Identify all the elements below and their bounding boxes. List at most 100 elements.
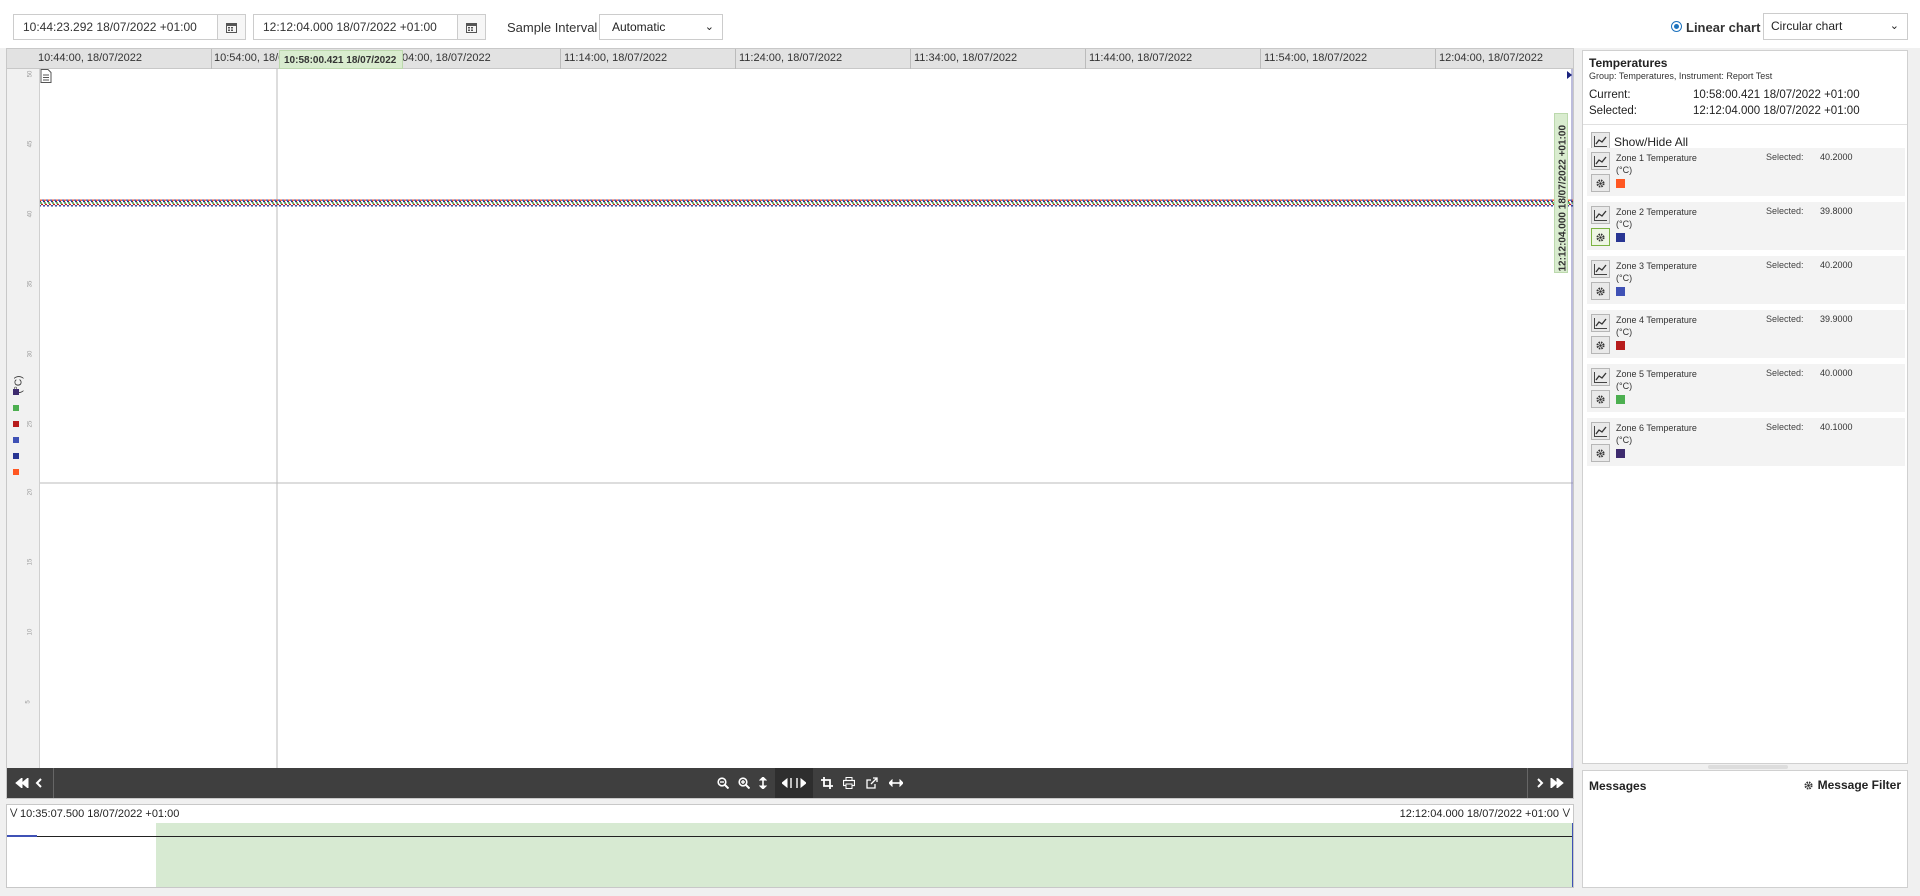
overview-strip[interactable]: ⋁ 10:35:07.500 18/07/2022 +01:00 12:12:0… — [6, 804, 1574, 888]
crop-icon — [821, 777, 833, 789]
toggle-series-button[interactable] — [1591, 422, 1610, 440]
overview-selection-window[interactable] — [156, 823, 1573, 887]
arrows-vertical-icon — [759, 777, 767, 789]
line-chart-icon — [1594, 209, 1607, 221]
series-settings-button[interactable] — [1591, 444, 1610, 462]
chevron-down-icon[interactable]: ⋁ — [10, 807, 17, 818]
split-view-button[interactable] — [775, 768, 813, 798]
y-series-swatch — [13, 389, 19, 395]
chart-type-select[interactable]: Circular chart ⌄ — [1763, 13, 1908, 40]
selected-label: Selected: — [1589, 105, 1637, 117]
end-calendar-button[interactable] — [458, 14, 486, 40]
export-button[interactable] — [864, 768, 880, 798]
line-chart-icon — [1594, 155, 1607, 167]
selected-cursor-text: 12:12:04.000 18/07/2022 +01:00 — [1557, 124, 1569, 272]
y-tick-label: 25 — [27, 420, 34, 428]
series-settings-button[interactable] — [1591, 282, 1610, 300]
y-series-swatch — [13, 437, 19, 443]
crop-button[interactable] — [819, 768, 835, 798]
time-tick-label: 10:44:00, 18/07/2022 — [38, 52, 142, 64]
vertical-fit-button[interactable] — [755, 768, 771, 798]
overview-header: ⋁ 10:35:07.500 18/07/2022 +01:00 12:12:0… — [7, 805, 1573, 823]
line-chart-icon — [1594, 425, 1607, 437]
double-chevron-right-icon — [1550, 778, 1564, 788]
first-page-button[interactable] — [13, 768, 31, 798]
chevron-right-icon — [1537, 778, 1544, 788]
zone-row: Zone 4 Temperature (°C) Selected: 39.9000 — [1587, 310, 1905, 358]
overview-series-line — [7, 835, 37, 837]
panel-title: Temperatures — [1589, 56, 1668, 70]
line-chart-icon — [1594, 135, 1607, 147]
chevron-down-icon: ⌄ — [704, 21, 714, 33]
overview-plot[interactable] — [7, 823, 1573, 887]
zone-color-swatch — [1616, 395, 1625, 404]
y-series-swatch — [13, 405, 19, 411]
gear-icon — [1596, 178, 1605, 188]
radio-dot — [1674, 24, 1679, 29]
fit-horizontal-button[interactable] — [887, 768, 905, 798]
next-page-button[interactable] — [1533, 768, 1547, 798]
zoom-in-button[interactable] — [735, 768, 753, 798]
zone-row: Zone 2 Temperature (°C) Selected: 39.8000 — [1587, 202, 1905, 250]
print-button[interactable] — [841, 768, 857, 798]
print-icon — [843, 777, 855, 789]
y-tick-label: 40 — [27, 210, 34, 218]
gear-icon — [1596, 448, 1605, 458]
toggle-series-button[interactable] — [1591, 368, 1610, 386]
zoom-out-button[interactable] — [714, 768, 732, 798]
toggle-series-button[interactable] — [1591, 260, 1610, 278]
sample-interval-label: Sample Interval — [507, 20, 598, 35]
y-tick-label: 5 — [25, 700, 32, 704]
toggle-series-button[interactable] — [1591, 152, 1610, 170]
message-filter-button[interactable]: Message Filter — [1803, 778, 1901, 792]
time-tick-label: 11:14:00, 18/07/2022 — [564, 52, 668, 64]
zone-selected-value: 40.1000 — [1820, 422, 1853, 432]
plot-svg — [40, 69, 1573, 768]
zoom-out-icon — [717, 777, 729, 789]
zone-color-swatch — [1616, 341, 1625, 350]
start-datetime-input[interactable]: 10:44:23.292 18/07/2022 +01:00 — [13, 14, 218, 40]
linear-chart-radio[interactable] — [1671, 21, 1682, 32]
last-page-button[interactable] — [1548, 768, 1566, 798]
gear-icon — [1596, 286, 1605, 296]
start-calendar-button[interactable] — [218, 14, 246, 40]
previous-page-button[interactable] — [32, 768, 46, 798]
end-datetime-input[interactable]: 12:12:04.000 18/07/2022 +01:00 — [253, 14, 458, 40]
zone-selected-value: 39.8000 — [1820, 206, 1853, 216]
y-tick-label: 45 — [27, 140, 34, 148]
series-settings-button[interactable] — [1591, 390, 1610, 408]
plot-area[interactable]: 12:12:04.000 18/07/2022 +01:00 — [40, 69, 1573, 768]
overview-series-line — [7, 836, 1573, 837]
top-toolbar: 10:44:23.292 18/07/2022 +01:00 12:12:04.… — [0, 0, 1920, 48]
time-tick-label: 12:04:00, 18/07/2022 — [1439, 52, 1543, 64]
toggle-series-button[interactable] — [1591, 206, 1610, 224]
sample-interval-select[interactable]: Automatic ⌄ — [599, 14, 723, 40]
nav-divider — [53, 768, 54, 798]
toggle-series-button[interactable] — [1591, 314, 1610, 332]
zone-selected-value: 40.0000 — [1820, 368, 1853, 378]
selected-value: 12:12:04.000 18/07/2022 +01:00 — [1693, 105, 1860, 117]
chevron-down-icon[interactable]: ⋁ — [1563, 807, 1570, 818]
panel-resize-handle[interactable] — [1708, 765, 1788, 769]
series-settings-button[interactable] — [1591, 174, 1610, 192]
overview-end-label: 12:12:04.000 18/07/2022 +01:00 — [1399, 808, 1559, 820]
triangle-marker-icon — [1567, 71, 1572, 79]
show-hide-all-label[interactable]: Show/Hide All — [1614, 135, 1688, 149]
zone-selected-value: 40.2000 — [1820, 260, 1853, 270]
zone-name: Zone 1 Temperature (°C) — [1616, 153, 1697, 175]
message-filter-label: Message Filter — [1817, 778, 1901, 792]
series-settings-button[interactable] — [1591, 336, 1610, 354]
external-link-icon — [866, 777, 878, 789]
time-tick-label: 11:24:00, 18/07/2022 — [739, 52, 843, 64]
document-icon[interactable] — [40, 69, 52, 83]
selected-cursor-label[interactable]: 12:12:04.000 18/07/2022 +01:00 — [1554, 113, 1569, 273]
overview-end-marker — [1572, 823, 1573, 887]
linear-chart-label[interactable]: Linear chart — [1686, 20, 1760, 35]
time-tick-separator — [735, 49, 736, 69]
line-chart-icon — [1594, 317, 1607, 329]
time-tick-separator — [1435, 49, 1436, 69]
divider — [1583, 124, 1907, 125]
current-cursor-label[interactable]: 10:58:00.421 18/07/2022 — [279, 50, 403, 69]
chart-nav-bar — [7, 768, 1573, 798]
series-settings-button[interactable] — [1591, 228, 1610, 246]
